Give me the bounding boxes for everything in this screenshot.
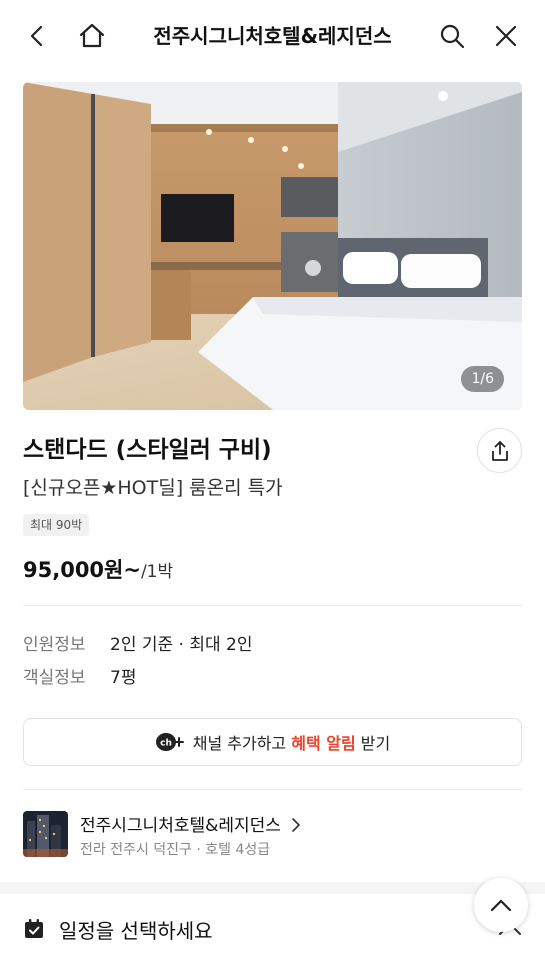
channel-add-button[interactable]: ch 채널 추가하고 혜택 알림 받기 bbox=[23, 718, 522, 766]
info-row-room: 객실정보 7평 bbox=[23, 663, 136, 688]
share-button[interactable] bbox=[477, 428, 522, 473]
channel-text-before: 채널 추가하고 bbox=[192, 734, 292, 753]
scroll-top-button[interactable] bbox=[474, 878, 528, 932]
search-button[interactable] bbox=[434, 18, 470, 54]
schedule-label: 일정을 선택하세요 bbox=[59, 918, 213, 943]
info-row-guests: 인원정보 2인 기준 · 최대 2인 bbox=[23, 630, 253, 655]
page-title: 전주시그니처호텔&레지던스 bbox=[153, 24, 392, 48]
divider bbox=[23, 789, 522, 790]
back-button[interactable] bbox=[20, 18, 56, 54]
room-photo-gallery[interactable]: 1/6 bbox=[23, 82, 522, 410]
channel-text-after: 받기 bbox=[355, 734, 391, 753]
room-photo bbox=[23, 82, 522, 410]
schedule-selector[interactable]: 일정을 선택하세요 bbox=[23, 914, 213, 944]
channel-text-highlight: 혜택 알림 bbox=[291, 734, 356, 753]
divider bbox=[23, 605, 522, 606]
chevron-right-icon bbox=[292, 818, 301, 832]
room-name: 스탠다드 (스타일러 구비) bbox=[23, 437, 272, 463]
price: 95,000원~/1박 bbox=[23, 554, 173, 584]
channel-icon-text: ch bbox=[160, 739, 172, 749]
channel-icon: ch bbox=[155, 731, 185, 753]
price-amount: 95,000원~ bbox=[23, 558, 141, 582]
share-icon bbox=[491, 440, 508, 461]
info-key: 인원정보 bbox=[23, 635, 86, 655]
hotel-meta: 전라 전주시 덕진구 · 호텔 4성급 bbox=[80, 842, 271, 858]
home-icon bbox=[79, 23, 105, 48]
max-nights-badge: 최대 90박 bbox=[23, 514, 90, 536]
info-value: 7평 bbox=[110, 668, 137, 688]
close-button[interactable] bbox=[488, 18, 524, 54]
hotel-link[interactable]: 전주시그니처호텔&레지던스 전라 전주시 덕진구 · 호텔 4성급 bbox=[23, 811, 522, 859]
hotel-name[interactable]: 전주시그니처호텔&레지던스 bbox=[80, 811, 302, 836]
room-subtitle: [신규오픈★HOT딜] 룸온리 특가 bbox=[23, 477, 283, 499]
price-unit: /1박 bbox=[140, 562, 174, 582]
home-button[interactable] bbox=[74, 18, 110, 54]
top-bar: 전주시그니처호텔&레지던스 bbox=[0, 0, 545, 72]
hotel-name-text: 전주시그니처호텔&레지던스 bbox=[80, 816, 281, 836]
back-icon bbox=[30, 25, 43, 47]
section-separator bbox=[0, 882, 545, 894]
close-icon bbox=[495, 25, 517, 47]
chevron-up-icon bbox=[490, 899, 512, 912]
calendar-check-icon bbox=[25, 919, 43, 938]
hotel-thumbnail bbox=[23, 811, 68, 857]
info-value: 2인 기준 · 최대 2인 bbox=[110, 635, 253, 655]
info-key: 객실정보 bbox=[23, 668, 86, 688]
photo-counter: 1/6 bbox=[461, 366, 504, 392]
search-icon bbox=[440, 24, 465, 49]
